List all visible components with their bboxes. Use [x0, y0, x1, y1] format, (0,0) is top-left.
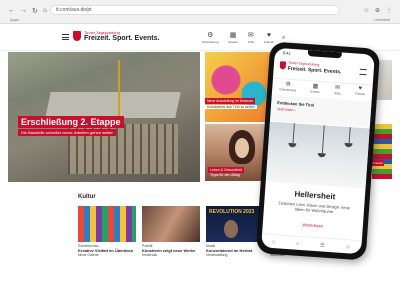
culture-thumb-3[interactable]: REVOLUTION 2023 [206, 206, 264, 242]
phone-brand-tagline: Freizeit. Sport. Events. [287, 65, 342, 76]
portrait-face [235, 138, 249, 158]
phone-status-time: 9:41 [282, 50, 291, 56]
home-icon[interactable]: ⌂ [272, 239, 275, 245]
lamp-icon [317, 152, 326, 158]
header-nav: ⚙ Orientierung ▦ Events ✉ Jobs ♥ Freizei… [202, 32, 274, 44]
edge-teaser-image[interactable] [372, 124, 392, 179]
culture-thumb-1[interactable] [78, 206, 136, 242]
phone-notch [307, 50, 342, 59]
calendar-icon: ▦ [229, 32, 237, 39]
portrait-teaser-subline: Tipps für den Alltag [210, 173, 240, 177]
smartphone-mockup: 9:41 Tiroler Tageszeitung Freizeit. Spor… [255, 41, 381, 261]
nav-label: Orientierung [279, 87, 297, 93]
compass-icon: ⚙ [207, 32, 214, 39]
bookmark-apps[interactable]: Apps [10, 17, 19, 22]
lamp-icon [288, 142, 297, 148]
thumb-face [224, 220, 238, 238]
culture-thumb-2[interactable] [142, 206, 200, 242]
browser-nav: ← → ↻ ⌂ [8, 7, 47, 15]
brand-logo[interactable] [73, 31, 81, 41]
phone-footer-bar: ⌂ ⌕ ☰ ☺ [261, 233, 362, 255]
browser-toolbar-icons: ☆ ⊕ ⋮ [364, 7, 392, 14]
promo-link[interactable]: Jetzt lesen › [277, 107, 296, 112]
caption-sub: Veranstaltung [206, 253, 228, 257]
bookmarks-bar: Apps Leseliste [0, 16, 400, 24]
phone-nav-freizeit[interactable]: ♥ Freizeit [355, 85, 366, 97]
art-teaser-image[interactable] [205, 52, 275, 122]
brand-tagline: Freizeit. Sport. Events. [84, 35, 160, 42]
section-title: Kultur [78, 194, 96, 200]
phone-read-more-link[interactable]: Weiterlesen [263, 219, 363, 231]
brand-block[interactable]: Tiroler Tageszeitung Freizeit. Sport. Ev… [84, 30, 159, 42]
phone-brand-logo[interactable] [279, 61, 287, 70]
nav-label: Jobs [333, 90, 341, 96]
nav-label: Freizeit [264, 40, 274, 44]
nav-label: Freizeit [354, 91, 365, 97]
search-icon[interactable]: ⌕ [282, 35, 285, 42]
nav-label: Jobs [247, 40, 255, 44]
lamp-cord [321, 125, 325, 154]
nav-label: Events [310, 89, 320, 94]
caption-sub: Innsbruck [142, 253, 158, 257]
caption-sub: Neue Galerie [78, 253, 99, 257]
phone-article-teaser: Zwischen Licht, Raum und Design: neue Id… [278, 200, 351, 215]
heart-icon: ♥ [266, 32, 272, 39]
phone-article-image[interactable] [265, 121, 370, 189]
phone-nav-events[interactable]: ▦ Events [310, 82, 320, 94]
mail-icon: ✉ [247, 32, 254, 39]
culture-caption-3[interactable]: Musik Konzertabend im Herbst Veranstaltu… [206, 244, 264, 257]
phone-nav-jobs[interactable]: ✉ Jobs [334, 84, 341, 95]
lamp-icon [344, 142, 353, 148]
culture-caption-1[interactable]: Sonderschau Kreative Vielfalt im Überbli… [78, 244, 136, 257]
phone-nav-orientation[interactable]: ⚙ Orientierung [279, 80, 297, 93]
nav-orientation[interactable]: ⚙ Orientierung [202, 32, 219, 44]
edge-teaser-badge: Freizeit [372, 160, 384, 166]
phone-screen: 9:41 Tiroler Tageszeitung Freizeit. Spor… [261, 47, 375, 255]
art-teaser-headline[interactable]: Neue Ausstellung im Museum [205, 98, 256, 104]
art-teaser-subline: Kunstwerke aus Tirol zu sehen [205, 105, 257, 109]
search-icon[interactable]: ⌕ [296, 240, 299, 246]
crane-image-detail [118, 60, 120, 120]
back-icon[interactable]: ← [8, 7, 15, 15]
phone-hamburger-icon[interactable] [359, 68, 367, 76]
hero-headline: Erschließung 2. Etappe [18, 116, 124, 128]
hero-article[interactable]: Erschließung 2. Etappe Die Baustelle sch… [8, 52, 200, 182]
address-bar[interactable]: tt.com/aus.de/pt [50, 5, 340, 15]
lamp-cord [292, 123, 295, 144]
nav-freizeit[interactable]: ♥ Freizeit [264, 32, 274, 44]
hamburger-menu-icon[interactable] [62, 34, 69, 40]
nav-label: Orientierung [202, 40, 219, 44]
browser-chrome: ← → ↻ ⌂ tt.com/aus.de/pt ☆ ⊕ ⋮ Apps Lese… [0, 0, 400, 24]
nav-events[interactable]: ▦ Events [229, 32, 238, 44]
reload-icon[interactable]: ↻ [32, 7, 38, 15]
culture-caption-2[interactable]: Porträt Künstlerin zeigt neue Werke Inns… [142, 244, 200, 257]
home-icon[interactable]: ⌂ [43, 7, 47, 15]
extension-icon[interactable]: ⊕ [375, 7, 380, 14]
nav-label: Events [228, 40, 238, 44]
forward-icon[interactable]: → [20, 7, 27, 15]
hero-image-detail [45, 92, 181, 118]
menu-icon[interactable]: ☰ [320, 242, 325, 248]
thumb-overlay-text: REVOLUTION 2023 [209, 209, 255, 215]
menu-kebab-icon[interactable]: ⋮ [386, 7, 392, 14]
reading-list[interactable]: Leseliste [374, 17, 390, 22]
profile-icon[interactable]: ☺ [345, 244, 351, 250]
lamp-cord [348, 127, 351, 144]
bookmark-star-icon[interactable]: ☆ [364, 7, 369, 14]
hero-subline: Die Baustelle schreitet voran: Arbeiten … [18, 129, 116, 136]
nav-jobs[interactable]: ✉ Jobs [248, 32, 254, 44]
